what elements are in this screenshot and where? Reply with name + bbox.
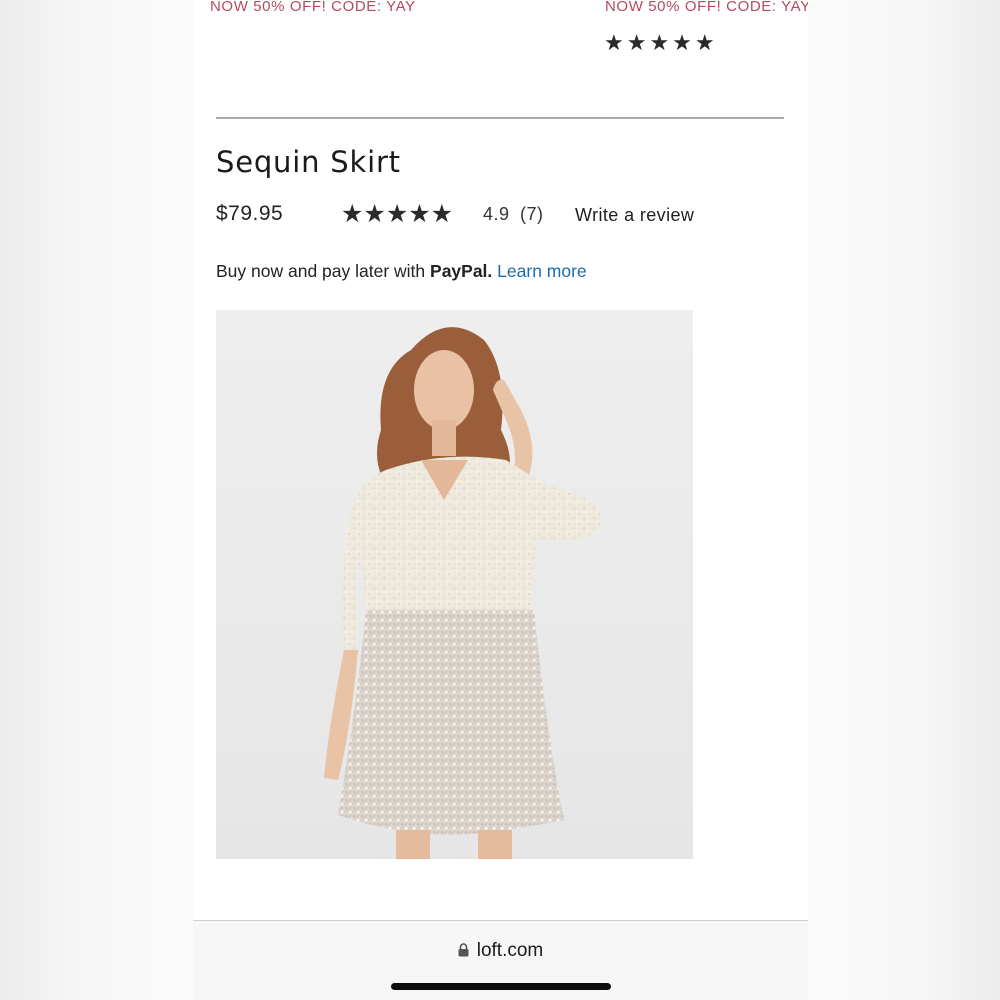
section-divider (216, 117, 784, 119)
paypal-learn-more-link[interactable]: Learn more (497, 261, 587, 281)
home-indicator[interactable] (391, 983, 611, 990)
lock-icon (458, 941, 469, 963)
rating-count[interactable]: (7) (520, 204, 544, 225)
promo-text-right: NOW 50% OFF! CODE: YAY (605, 0, 808, 15)
blurred-background-left (0, 0, 193, 1000)
product-title: Sequin Skirt (216, 145, 401, 179)
blurred-background-right (808, 0, 1000, 1000)
rating-score: 4.9 (483, 204, 510, 224)
url-text: loft.com (476, 940, 544, 961)
product-image[interactable] (216, 310, 693, 859)
paypal-brand: PayPal. (430, 261, 493, 281)
top-rating-stars: ★★★★★ (604, 30, 718, 55)
paypal-prefix: Buy now and pay later with (216, 261, 431, 281)
address-url[interactable]: loft.com (193, 940, 808, 963)
phone-screen: NOW 50% OFF! CODE: YAY NOW 50% OFF! CODE… (193, 0, 808, 1000)
promo-text-left: NOW 50% OFF! CODE: YAY (210, 0, 416, 15)
paypal-message: Buy now and pay later with PayPal. Learn… (216, 261, 587, 282)
rating-stars[interactable]: ★★★★★ (341, 199, 453, 229)
write-review-link[interactable]: Write a review (575, 205, 694, 226)
product-price: $79.95 (216, 202, 284, 225)
product-photo-illustration (216, 310, 693, 859)
